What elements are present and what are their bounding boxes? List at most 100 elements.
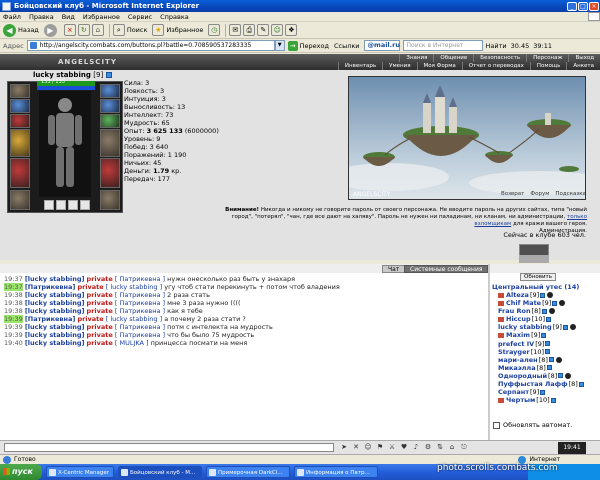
message-recipient[interactable]: [ Патрикевна ] [115, 323, 165, 331]
auto-refresh-row[interactable]: Обновлять автомат. [493, 421, 572, 429]
settings-icon[interactable]: ⚙ [424, 443, 432, 452]
stop-icon[interactable]: × [63, 24, 76, 36]
nav-character[interactable]: Персонаж [526, 54, 568, 62]
message-recipient[interactable]: [ lucky stabbing ] [106, 283, 162, 291]
location-picture[interactable]: ANGELSCITY [348, 76, 586, 200]
message-sender[interactable]: [lucky stabbing] [25, 323, 85, 331]
map-icon[interactable]: ⌂ [448, 443, 456, 452]
belt-pocket-3[interactable] [68, 200, 78, 210]
forward-button[interactable]: ▶ [43, 23, 59, 37]
message-sender[interactable]: [lucky stabbing] [25, 275, 85, 283]
web-search-input[interactable]: Поиск в Интернет [402, 40, 483, 51]
message-sender[interactable]: [lucky stabbing] [25, 307, 85, 315]
user-name[interactable]: Серпант [498, 388, 529, 396]
fight-icon[interactable]: ⚔ [388, 443, 396, 452]
info-icon[interactable] [541, 333, 547, 339]
exit-icon[interactable]: ⎋ [460, 443, 468, 452]
scroll-icon[interactable]: ⇅ [436, 443, 444, 452]
task-darkcl[interactable]: Примерочная DarkCl... [206, 466, 290, 478]
nav-help[interactable]: Помощь [529, 62, 566, 70]
info-icon[interactable] [548, 357, 554, 363]
armor-slot[interactable] [10, 158, 30, 188]
user-list-item[interactable]: Микаэлла [8] [498, 364, 598, 372]
user-name[interactable]: prefect IV [498, 340, 534, 348]
user-name[interactable]: Микаэлла [498, 364, 536, 372]
user-list-item[interactable]: мари-ален [8] [498, 356, 598, 364]
info-icon[interactable] [541, 308, 547, 314]
boots-slot[interactable] [100, 190, 120, 210]
message-sender[interactable]: [Патрикевна] [25, 283, 76, 291]
tab-chat[interactable]: Чат [382, 265, 406, 273]
user-list-item[interactable]: Однородный [8] [498, 372, 598, 380]
user-list-item[interactable]: prefect IV [9] [498, 340, 598, 348]
user-list-item[interactable]: Strayger [10] [498, 348, 598, 356]
task-combats[interactable]: Бойцовский клуб - M... [118, 466, 202, 478]
user-list-item[interactable]: Пуффыстая Лафф [8] [498, 380, 598, 388]
sound-icon[interactable]: ♪ [412, 443, 420, 452]
user-name[interactable]: Frau Ron [498, 307, 531, 315]
user-list-item[interactable]: Maxim [9] [498, 331, 598, 339]
ring-slot-1[interactable] [100, 99, 120, 113]
nav-security[interactable]: Безопасность [473, 54, 526, 62]
info-icon[interactable] [558, 373, 564, 379]
edit-icon[interactable]: ✎ [257, 24, 270, 36]
info-icon[interactable] [545, 341, 551, 347]
tab-system-messages[interactable]: Системные сообщения [404, 265, 489, 273]
user-list-item[interactable]: Alteza [9] [498, 291, 598, 299]
nav-knowledge[interactable]: Знания [399, 54, 433, 62]
nav-profile[interactable]: Анкета [566, 62, 600, 70]
user-list-item[interactable]: Chif Mate [9] [498, 299, 598, 307]
nav-my-form[interactable]: Моя Форма [416, 62, 462, 70]
link-forum[interactable]: Форум [530, 191, 549, 197]
info-icon[interactable] [562, 324, 568, 330]
messenger-icon[interactable]: ☺ [271, 24, 284, 36]
nav-inventory[interactable]: Инвентарь [337, 62, 382, 70]
refresh-button[interactable]: Обновить [520, 273, 556, 281]
menu-edit[interactable]: Правка [29, 13, 54, 21]
user-list-item[interactable]: lucky stabbing [9] [498, 323, 598, 331]
research-icon[interactable]: ❖ [285, 24, 298, 36]
menu-favorites[interactable]: Избранное [83, 13, 120, 21]
filter-icon[interactable]: ⚑ [376, 443, 384, 452]
menu-view[interactable]: Вид [62, 13, 75, 21]
info-icon[interactable] [578, 381, 584, 387]
message-recipient[interactable]: [ Патрикевна ] [115, 307, 165, 315]
find-button[interactable]: Найти [486, 42, 507, 50]
favorites-button[interactable]: ★ Избранное [152, 24, 203, 36]
user-name[interactable]: Однородный [498, 372, 547, 380]
friends-icon[interactable]: ♥ [400, 443, 408, 452]
nav-communication[interactable]: Общение [433, 54, 473, 62]
earring-slot[interactable] [10, 99, 30, 113]
menu-file[interactable]: Файл [3, 13, 21, 21]
user-name[interactable]: Hiccup [506, 315, 531, 323]
info-icon[interactable] [546, 365, 552, 371]
user-name[interactable]: Chif Mate [506, 299, 541, 307]
nav-transfer-report[interactable]: Отчет о переводах [461, 62, 530, 70]
start-button[interactable]: пуск [0, 464, 42, 480]
message-recipient[interactable]: [ Патрикевна ] [115, 291, 165, 299]
amulet-slot[interactable] [10, 114, 30, 128]
history-icon[interactable]: ◷ [208, 24, 221, 36]
ring-slot-2[interactable] [100, 114, 120, 128]
task-xcentric[interactable]: X-Centric Manager [46, 466, 114, 478]
info-icon[interactable] [540, 389, 546, 395]
belt-pocket-2[interactable] [56, 200, 66, 210]
menu-help[interactable]: Справка [160, 13, 189, 21]
user-name[interactable]: Alteza [506, 291, 529, 299]
clear-icon[interactable]: ✕ [352, 443, 360, 452]
user-name[interactable]: Чертым [506, 396, 535, 404]
leggings-slot[interactable] [100, 158, 120, 188]
user-name[interactable]: Пуффыстая Лафф [498, 380, 568, 388]
belt-slot[interactable] [10, 190, 30, 210]
chat-input[interactable] [4, 443, 334, 452]
message-recipient[interactable]: [ lucky stabbing ] [106, 315, 162, 323]
info-icon[interactable] [105, 72, 112, 78]
info-icon[interactable] [546, 316, 551, 322]
mailru-counter-badge[interactable] [519, 255, 549, 263]
user-name[interactable]: Strayger [498, 348, 530, 356]
address-dropdown-icon[interactable]: ▼ [274, 40, 285, 51]
mailru-logo[interactable]: @mail.ru [363, 40, 400, 51]
address-input[interactable]: http://angelscity.combats.com/buttons.pl… [26, 40, 275, 51]
user-name[interactable]: Maxim [506, 331, 530, 339]
message-recipient[interactable]: [ Патрикевна ] [115, 275, 165, 283]
